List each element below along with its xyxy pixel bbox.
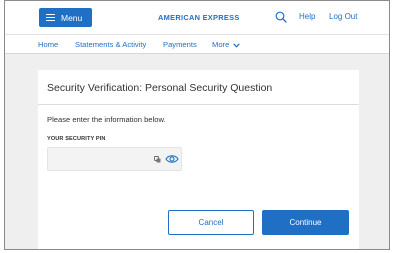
browser-frame: Menu AMERICAN EXPRESS Help Log Out Home … xyxy=(4,0,390,250)
search-icon[interactable] xyxy=(275,11,287,23)
menu-button[interactable]: Menu xyxy=(39,8,92,27)
title-divider xyxy=(38,104,359,105)
eye-icon[interactable] xyxy=(165,154,179,164)
security-pin-input[interactable] xyxy=(48,148,148,170)
main-nav: Home Statements & Activity Payments More xyxy=(5,34,389,54)
nav-item-home[interactable]: Home xyxy=(38,40,58,49)
nav-item-more[interactable]: More xyxy=(212,40,241,49)
help-link[interactable]: Help xyxy=(299,12,315,21)
continue-button[interactable]: Continue xyxy=(262,210,349,235)
cancel-button[interactable]: Cancel xyxy=(168,210,254,235)
nav-item-statements[interactable]: Statements & Activity xyxy=(75,40,146,49)
verification-card: Security Verification: Personal Security… xyxy=(38,70,359,249)
nav-more-label: More xyxy=(212,40,230,49)
menu-label: Menu xyxy=(61,12,83,23)
pin-label: YOUR SECURITY PIN xyxy=(47,136,106,142)
instructions-text: Please enter the information below. xyxy=(47,115,166,124)
nav-item-payments[interactable]: Payments xyxy=(163,40,197,49)
top-header: Menu AMERICAN EXPRESS Help Log Out xyxy=(5,1,389,34)
logout-link[interactable]: Log Out xyxy=(329,12,357,21)
page-title: Security Verification: Personal Security… xyxy=(47,82,273,94)
key-icon[interactable] xyxy=(154,156,161,163)
brand-logo[interactable]: AMERICAN EXPRESS xyxy=(158,13,240,22)
chevron-down-icon xyxy=(233,42,241,48)
hamburger-icon xyxy=(46,14,55,22)
security-pin-field[interactable] xyxy=(47,147,182,171)
